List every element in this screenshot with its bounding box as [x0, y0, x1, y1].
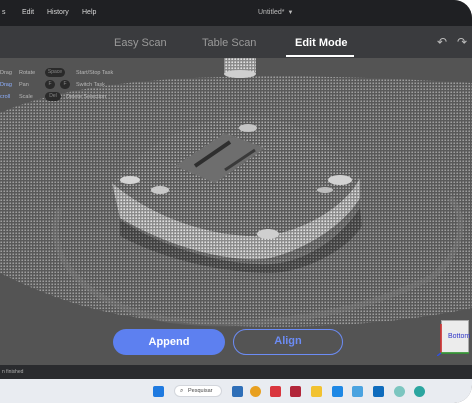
search-placeholder: Pesquisar — [188, 388, 213, 394]
app-window: s Edit History Help Untitled* ▼ Easy Scan… — [0, 0, 472, 403]
help-key-badge: F — [45, 80, 55, 89]
taskbar-search-box[interactable]: ⌕ Pesquisar — [174, 385, 222, 397]
append-button[interactable]: Append — [113, 329, 225, 355]
tab-table-scan[interactable]: Table Scan — [202, 37, 256, 49]
menu-item-history[interactable]: History — [47, 9, 69, 16]
view-cube[interactable]: Bottom — [437, 320, 470, 356]
menu-item-file[interactable]: s — [2, 9, 6, 16]
menu-item-help[interactable]: Help — [82, 9, 96, 16]
tab-edit-mode[interactable]: Edit Mode — [295, 37, 348, 49]
file-explorer-icon[interactable] — [232, 386, 243, 397]
3d-viewport[interactable]: Drag Rotate Space Start/Stop Task Drag P… — [0, 58, 472, 365]
status-bar: n finished — [0, 365, 472, 379]
c-app-icon[interactable] — [414, 386, 425, 397]
mode-tab-bar: Easy Scan Table Scan Edit Mode ↶ ↷ — [0, 26, 472, 58]
help-key-badge: F — [60, 80, 70, 89]
network-icon[interactable] — [352, 386, 363, 397]
mail-icon[interactable] — [270, 386, 281, 397]
undo-icon[interactable]: ↶ — [437, 35, 447, 49]
window-title-text: Untitled* — [258, 9, 285, 16]
search-icon: ⌕ — [180, 388, 184, 394]
active-tab-indicator — [286, 55, 354, 57]
help-description: Switch Task — [76, 82, 105, 88]
os-taskbar: ⌕ Pesquisar — [0, 379, 472, 403]
help-description: Delete Selection — [66, 94, 107, 100]
windows-start-icon[interactable] — [153, 386, 164, 397]
axis-gizmo-icon — [437, 324, 469, 356]
menu-bar: s Edit History Help Untitled* ▼ — [0, 0, 472, 26]
help-mouse-key: Drag — [0, 70, 12, 76]
help-action: Rotate — [19, 70, 36, 76]
window-title[interactable]: Untitled* ▼ — [258, 9, 293, 16]
app-icon[interactable] — [290, 386, 301, 397]
menu-item-edit[interactable]: Edit — [22, 9, 34, 16]
chrome-icon[interactable] — [250, 386, 261, 397]
point-cloud-scan — [0, 58, 472, 327]
status-text: n finished — [2, 369, 24, 375]
tab-easy-scan[interactable]: Easy Scan — [114, 37, 167, 49]
help-mouse-key: croll — [0, 94, 11, 100]
folder-icon[interactable] — [311, 386, 322, 397]
align-button[interactable]: Align — [233, 329, 343, 355]
help-key-badge: Space — [45, 68, 65, 77]
c-app-icon[interactable] — [394, 386, 405, 397]
help-description: Start/Stop Task — [76, 70, 114, 76]
edge-icon[interactable] — [332, 386, 343, 397]
help-mouse-key: Drag — [0, 82, 12, 88]
chevron-down-icon: ▼ — [287, 10, 294, 16]
help-key-badge: Del — [45, 92, 61, 101]
redo-icon[interactable]: ↷ — [457, 35, 467, 49]
help-action: Scale — [19, 94, 33, 100]
help-action: Pan — [19, 82, 29, 88]
app-icon[interactable] — [373, 386, 384, 397]
